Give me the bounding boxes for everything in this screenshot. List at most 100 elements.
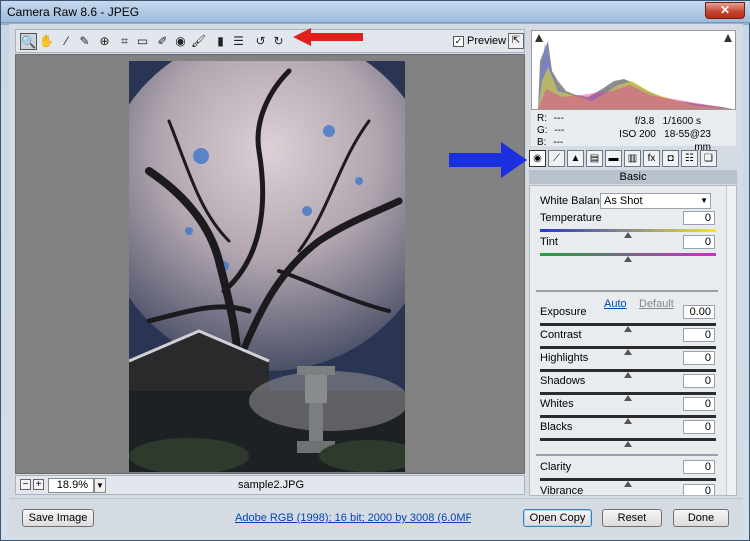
clarity-value-field[interactable]: 0 bbox=[683, 460, 715, 474]
detail-tab-icon[interactable]: ▲ bbox=[567, 150, 584, 167]
cherry-blossom-photo bbox=[129, 61, 405, 472]
snapshots-tab-icon[interactable]: ❏ bbox=[700, 150, 717, 167]
exposure-slider-thumb[interactable] bbox=[624, 326, 632, 332]
g-label: G: bbox=[537, 125, 548, 136]
clarity-slider-thumb[interactable] bbox=[624, 481, 632, 487]
panel-scrollbar[interactable] bbox=[726, 186, 736, 495]
histogram bbox=[531, 30, 736, 110]
vibrance-value-field[interactable]: 0 bbox=[683, 484, 715, 495]
vibrance-label: Vibrance bbox=[540, 485, 584, 496]
highlights-value-field[interactable]: 0 bbox=[683, 351, 715, 365]
panel-tabs: ◉ ⟋ ▲ ▤ ▬ ▥ fx ◘ ☷ ❏ bbox=[529, 150, 737, 168]
separator bbox=[536, 290, 718, 292]
shadow-clipping-icon[interactable] bbox=[535, 34, 543, 42]
b-value: --- bbox=[553, 137, 564, 148]
blacks-label: Blacks bbox=[540, 421, 573, 433]
image-canvas[interactable] bbox=[15, 54, 525, 474]
done-button[interactable]: Done bbox=[673, 509, 729, 527]
clarity-label: Clarity bbox=[540, 461, 572, 473]
fullscreen-button[interactable]: ⇱ bbox=[508, 33, 524, 49]
shadows-label: Shadows bbox=[540, 375, 586, 387]
tint-value-field[interactable]: 0 bbox=[683, 235, 715, 249]
targeted-adjustment-tool-icon[interactable]: ⊕ bbox=[96, 33, 113, 50]
bottom-bar: Save Image Adobe RGB (1998); 16 bit; 200… bbox=[9, 498, 743, 536]
highlights-label: Highlights bbox=[540, 352, 589, 364]
contrast-slider-thumb[interactable] bbox=[624, 349, 632, 355]
aperture: f/3.8 bbox=[634, 116, 655, 127]
highlights-slider-thumb[interactable] bbox=[624, 372, 632, 378]
temperature-value-field[interactable]: 0 bbox=[683, 211, 715, 225]
camera-calibration-tab-icon[interactable]: ◘ bbox=[662, 150, 679, 167]
rotate-ccw-icon[interactable]: ↺ bbox=[252, 33, 269, 50]
file-name: sample2.JPG bbox=[237, 479, 305, 491]
r-value: --- bbox=[553, 113, 564, 124]
blacks-slider-thumb[interactable] bbox=[624, 441, 632, 447]
whites-slider-thumb[interactable] bbox=[624, 418, 632, 424]
exposure-value-field[interactable]: 0.00 bbox=[683, 305, 715, 319]
basic-panel: White Balance: As Shot ▼ Auto Default Te… bbox=[529, 185, 737, 496]
split-toning-tab-icon[interactable]: ▬ bbox=[605, 150, 622, 167]
close-window-button[interactable]: ✕ bbox=[705, 2, 745, 19]
g-value: --- bbox=[554, 125, 565, 136]
temperature-label: Temperature bbox=[540, 212, 602, 224]
client-area: 🔍✋⁄✎⊕⌗▭✐◉🖌▮☰↺↻ ✓ Preview ⇱ bbox=[9, 24, 743, 536]
white-balance-select[interactable]: As Shot ▼ bbox=[600, 193, 711, 209]
histogram-graph bbox=[538, 41, 732, 109]
rotate-cw-icon[interactable]: ↻ bbox=[270, 33, 287, 50]
exposure-label: Exposure bbox=[540, 306, 587, 318]
photo-preview[interactable] bbox=[129, 61, 405, 472]
chevron-down-icon: ▼ bbox=[700, 196, 708, 205]
white-balance-tool-icon[interactable]: ⁄ bbox=[58, 33, 75, 50]
straighten-tool-icon[interactable]: ▭ bbox=[134, 33, 151, 50]
hand-tool-icon[interactable]: ✋ bbox=[38, 33, 55, 50]
color-sampler-tool-icon[interactable]: ✎ bbox=[76, 33, 93, 50]
shutter-speed: 1/1600 s bbox=[662, 116, 701, 127]
preferences-icon[interactable]: ☰ bbox=[230, 33, 247, 50]
basic-tab-icon[interactable]: ◉ bbox=[529, 150, 546, 167]
canvas-status-bar: − + 18.9% ▼ sample2.JPG bbox=[15, 475, 525, 495]
preview-checkbox[interactable]: ✓ bbox=[453, 35, 464, 47]
effects-tab-icon[interactable]: fx bbox=[643, 150, 660, 167]
b-label: B: bbox=[537, 137, 547, 148]
blue-annotation-arrow bbox=[449, 142, 527, 178]
panel-header: Basic bbox=[529, 170, 737, 184]
separator bbox=[536, 454, 718, 456]
spot-removal-tool-icon[interactable]: ✐ bbox=[154, 33, 171, 50]
whites-label: Whites bbox=[540, 398, 574, 410]
contrast-label: Contrast bbox=[540, 329, 582, 341]
highlight-clipping-icon[interactable] bbox=[724, 34, 732, 42]
workflow-options-link[interactable]: Adobe RGB (1998); 16 bit; 2000 by 3008 (… bbox=[235, 512, 471, 524]
contrast-value-field[interactable]: 0 bbox=[683, 328, 715, 342]
open-copy-button[interactable]: Open Copy bbox=[523, 509, 592, 527]
adjustment-brush-icon[interactable]: 🖌 bbox=[190, 33, 207, 50]
reset-button[interactable]: Reset bbox=[602, 509, 662, 527]
info-readout: R: --- G: --- B: --- f/3.8 1/1600 s ISO … bbox=[531, 110, 736, 153]
tint-label: Tint bbox=[540, 236, 558, 248]
white-balance-value: As Shot bbox=[604, 195, 643, 207]
zoom-tool-icon[interactable]: 🔍 bbox=[20, 33, 37, 50]
toolbar: 🔍 ✋ ⁄ ✎ ⊕ ⌗ ▭ ✐ ◉ 🖌 ▮ ☰ ↺ ↻ ✓ Preview ⇱ bbox=[15, 29, 525, 53]
hsl-tab-icon[interactable]: ▤ bbox=[586, 150, 603, 167]
auto-link[interactable]: Auto bbox=[604, 298, 627, 310]
default-link[interactable]: Default bbox=[639, 298, 674, 310]
whites-value-field[interactable]: 0 bbox=[683, 397, 715, 411]
save-image-button[interactable]: Save Image bbox=[22, 509, 94, 527]
shadows-value-field[interactable]: 0 bbox=[683, 374, 715, 388]
presets-tab-icon[interactable]: ☷ bbox=[681, 150, 698, 167]
title-bar: Camera Raw 8.6 - JPEG ✕ bbox=[1, 1, 750, 23]
preview-toggle[interactable]: ✓ Preview bbox=[453, 35, 506, 47]
lens-corrections-tab-icon[interactable]: ▥ bbox=[624, 150, 641, 167]
crop-tool-icon[interactable]: ⌗ bbox=[116, 33, 133, 50]
tint-slider-thumb[interactable] bbox=[624, 256, 632, 262]
tone-curve-tab-icon[interactable]: ⟋ bbox=[548, 150, 565, 167]
window-title: Camera Raw 8.6 - JPEG bbox=[7, 5, 140, 19]
red-annotation-arrow bbox=[293, 28, 363, 46]
shadows-slider-thumb[interactable] bbox=[624, 395, 632, 401]
temperature-slider-thumb[interactable] bbox=[624, 232, 632, 238]
graduated-filter-icon[interactable]: ▮ bbox=[212, 33, 229, 50]
preview-label: Preview bbox=[467, 35, 507, 47]
camera-raw-window: Camera Raw 8.6 - JPEG ✕ 🔍 ✋ ⁄ ✎ ⊕ ⌗ ▭ ✐ ◉ 🖌 ▮ ☰ ↺ ↻ ✓… bbox=[0, 0, 750, 541]
r-label: R: bbox=[537, 113, 547, 124]
red-eye-removal-tool-icon[interactable]: ◉ bbox=[172, 33, 189, 50]
blacks-value-field[interactable]: 0 bbox=[683, 420, 715, 434]
